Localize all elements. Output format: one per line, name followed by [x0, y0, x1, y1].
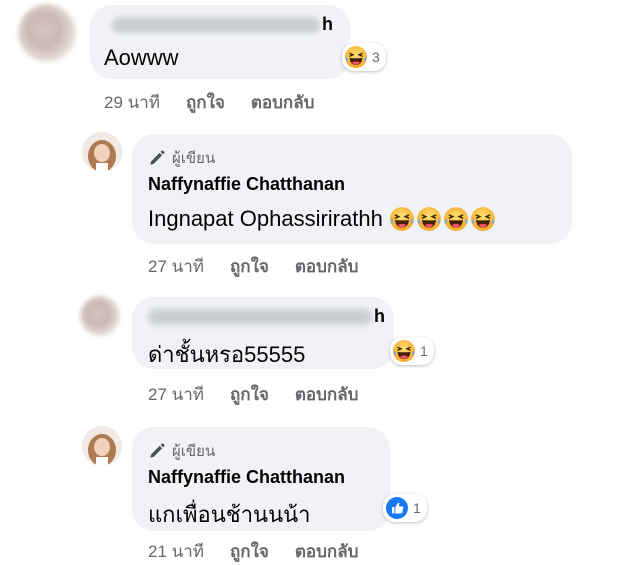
- author-badge-label: ผู้เขียน: [172, 443, 216, 460]
- comment-text: แกเพื่อนช้านนน้า: [148, 502, 311, 527]
- reaction-count: 3: [372, 49, 380, 65]
- like-icon: [385, 496, 409, 520]
- laugh-icon: [470, 206, 496, 232]
- comment-bubble: h Aowww: [90, 5, 350, 79]
- laugh-icon: [416, 206, 442, 232]
- comment-text: ด่าชั้นหรอ55555: [148, 342, 306, 367]
- comment-time[interactable]: 27 นาที: [148, 381, 204, 408]
- commenter-name-redacted[interactable]: [148, 309, 372, 325]
- author-avatar[interactable]: [82, 132, 122, 172]
- pencil-icon: [148, 149, 166, 167]
- laugh-icon: [392, 339, 416, 363]
- emoji-row: [389, 206, 496, 232]
- comment-time[interactable]: 21 นาที: [148, 538, 204, 565]
- author-name[interactable]: Naffynaffie Chatthanan: [148, 174, 345, 195]
- comment-time[interactable]: 29 นาที: [104, 89, 160, 116]
- reply-link[interactable]: ตอบกลับ: [295, 253, 359, 280]
- comment-text: Aowww: [104, 45, 179, 70]
- like-link[interactable]: ถูกใจ: [186, 89, 225, 116]
- reply-link[interactable]: ตอบกลับ: [251, 89, 315, 116]
- comment-meta: 29 นาที ถูกใจ ตอบกลับ: [104, 89, 340, 116]
- laugh-icon: [344, 45, 368, 69]
- comment-text: Ingnapat Ophassirirathh: [148, 206, 496, 232]
- author-avatar[interactable]: [82, 426, 122, 466]
- comment-meta: 21 นาที ถูกใจ ตอบกลับ: [148, 538, 384, 565]
- author-badge: ผู้เขียน: [148, 439, 215, 463]
- commenter-name-redacted[interactable]: [112, 17, 320, 33]
- reply-link[interactable]: ตอบกลับ: [295, 381, 359, 408]
- reaction-summary[interactable]: 3: [342, 43, 386, 71]
- laugh-icon: [443, 206, 469, 232]
- reaction-summary[interactable]: 1: [383, 494, 427, 522]
- commenter-avatar[interactable]: [80, 296, 120, 336]
- author-name[interactable]: Naffynaffie Chatthanan: [148, 467, 345, 488]
- comment-meta: 27 นาที ถูกใจ ตอบกลับ: [148, 253, 384, 280]
- comment-bubble: ผู้เขียน Naffynaffie Chatthanan Ingnapat…: [132, 134, 572, 244]
- like-link[interactable]: ถูกใจ: [230, 381, 269, 408]
- like-link[interactable]: ถูกใจ: [230, 253, 269, 280]
- author-badge-label: ผู้เขียน: [172, 150, 216, 167]
- reaction-count: 1: [413, 500, 421, 516]
- comment-meta: 27 นาที ถูกใจ ตอบกลับ: [148, 381, 384, 408]
- comment-text-content: Ingnapat Ophassirirathh: [148, 206, 383, 231]
- laugh-icon: [389, 206, 415, 232]
- author-badge: ผู้เขียน: [148, 146, 215, 170]
- comment-bubble: h ด่าชั้นหรอ55555: [132, 297, 394, 369]
- commenter-avatar[interactable]: [18, 4, 76, 62]
- reply-link[interactable]: ตอบกลับ: [295, 538, 359, 565]
- pencil-icon: [148, 442, 166, 460]
- author-photo: [82, 132, 122, 172]
- like-link[interactable]: ถูกใจ: [230, 538, 269, 565]
- commenter-name-tail[interactable]: h: [374, 306, 385, 327]
- reaction-count: 1: [420, 343, 428, 359]
- comment-time[interactable]: 27 นาที: [148, 253, 204, 280]
- reaction-summary[interactable]: 1: [390, 337, 434, 365]
- author-photo: [82, 426, 122, 466]
- commenter-name-tail[interactable]: h: [322, 14, 333, 35]
- comment-bubble: ผู้เขียน Naffynaffie Chatthanan แกเพื่อน…: [132, 427, 390, 531]
